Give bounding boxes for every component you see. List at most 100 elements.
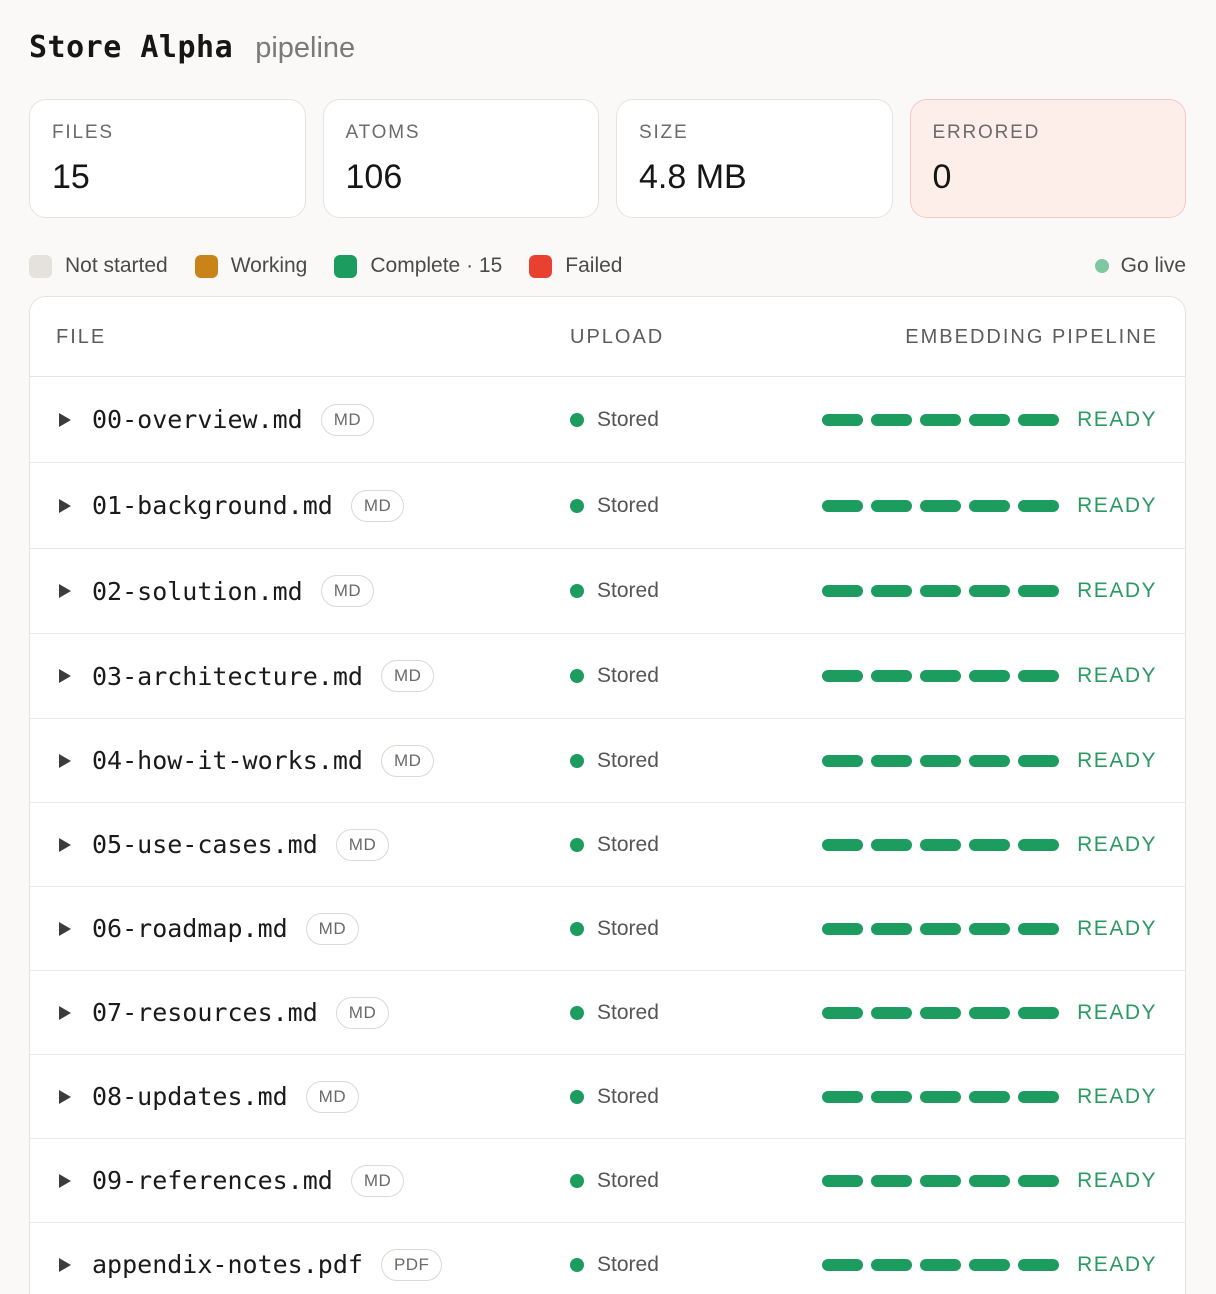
pipeline-stage <box>822 585 863 597</box>
expand-caret-icon[interactable] <box>59 669 71 683</box>
upload-status: Stored <box>597 1000 659 1024</box>
stat-card-errored: ERRORED 0 <box>909 99 1186 218</box>
pipeline-progress <box>822 499 1059 512</box>
go-live-toggle[interactable]: Go live <box>1094 254 1186 278</box>
legend-label: Working <box>230 254 308 277</box>
file-cell: 00-overview.md MD <box>92 403 375 436</box>
failed-swatch-icon <box>529 254 553 278</box>
table-row[interactable]: 09-references.md MD Stored READY <box>30 1139 1185 1223</box>
pipeline-status: READY <box>1077 832 1157 856</box>
pipeline-stage <box>920 413 961 426</box>
pipeline-stage <box>1018 585 1059 597</box>
pipeline-stage <box>920 922 961 935</box>
upload-status: Stored <box>597 1084 659 1108</box>
expand-caret-icon[interactable] <box>59 837 71 852</box>
upload-cell: Stored <box>570 917 659 941</box>
page-subtitle: pipeline <box>255 32 356 64</box>
pipeline-progress <box>822 1174 1059 1187</box>
pipeline-stage <box>969 1090 1010 1103</box>
pipeline-stage <box>920 754 961 767</box>
table-row[interactable]: 02-solution.md MD Stored READY <box>30 549 1185 634</box>
stored-dot-icon <box>570 1005 584 1020</box>
column-header-file: FILE <box>56 326 107 348</box>
file-name: 09-references.md <box>92 1166 333 1195</box>
stored-dot-icon <box>570 837 584 852</box>
table-row[interactable]: 08-updates.md MD Stored READY <box>30 1055 1185 1139</box>
pipeline-progress <box>822 922 1059 935</box>
pipeline-stage <box>822 413 863 426</box>
status-legend: Not started Working Complete · 15 Failed… <box>29 251 1186 281</box>
pipeline-stage <box>1018 413 1059 426</box>
upload-cell: Stored <box>570 1085 659 1109</box>
page-header: Store Alpha pipeline <box>29 30 355 65</box>
file-name: 03-architecture.md <box>92 661 363 691</box>
stat-label: ATOMS <box>345 122 421 143</box>
expand-caret-icon[interactable] <box>59 1257 71 1272</box>
pipeline-stage <box>920 1258 961 1271</box>
table-row[interactable]: 05-use-cases.md MD Stored READY <box>30 803 1185 887</box>
file-cell: 06-roadmap.md MD <box>92 912 360 945</box>
pipeline-progress <box>822 1006 1059 1019</box>
table-row[interactable]: 07-resources.md MD Stored READY <box>30 971 1185 1055</box>
table-row[interactable]: 00-overview.md MD Stored READY <box>30 377 1185 463</box>
pipeline-stage <box>822 922 863 935</box>
file-name: 05-use-cases.md <box>92 830 318 859</box>
file-name: 02-solution.md <box>92 576 303 606</box>
legend-not-started: Not started <box>29 254 168 278</box>
file-name: 04-how-it-works.md <box>92 746 363 775</box>
pipeline-status: READY <box>1077 493 1157 517</box>
pipeline-status: READY <box>1077 1252 1157 1276</box>
expand-caret-icon[interactable] <box>59 498 71 513</box>
pipeline-stage <box>969 1258 1010 1271</box>
pipeline-status: READY <box>1077 1084 1157 1108</box>
table-row[interactable]: 04-how-it-works.md MD Stored READY <box>30 719 1185 803</box>
table-row[interactable]: 06-roadmap.md MD Stored READY <box>30 887 1185 971</box>
pipeline-stage <box>969 1174 1010 1187</box>
expand-caret-icon[interactable] <box>59 1089 71 1104</box>
pipeline-stage <box>920 1006 961 1019</box>
table-row[interactable]: 03-architecture.md MD Stored READY <box>30 634 1185 719</box>
legend-label: Not started <box>65 254 168 277</box>
pipeline-status: READY <box>1077 916 1157 940</box>
upload-status: Stored <box>597 832 659 856</box>
legend-working: Working <box>194 254 308 278</box>
pipeline-stage <box>920 499 961 512</box>
pipeline-stage <box>920 838 961 851</box>
upload-cell: Stored <box>570 664 659 688</box>
pipeline-stage <box>1018 1258 1059 1271</box>
legend-complete: Complete · 15 <box>334 254 502 278</box>
file-name: 08-updates.md <box>92 1082 288 1111</box>
file-cell: 01-background.md MD <box>92 489 405 522</box>
column-header-pipeline: EMBEDDING PIPELINE <box>905 326 1158 348</box>
pipeline-stage <box>871 1006 912 1019</box>
upload-status: Stored <box>597 1168 659 1192</box>
pipeline-stage <box>969 499 1010 512</box>
table-row[interactable]: appendix-notes.pdf PDF Stored READY <box>30 1223 1185 1294</box>
pipeline-stage <box>969 1006 1010 1019</box>
expand-caret-icon[interactable] <box>59 921 71 936</box>
pipeline-status: READY <box>1077 1168 1157 1192</box>
pipeline-stage <box>1018 1174 1059 1187</box>
pipeline-stage <box>822 1258 863 1271</box>
expand-caret-icon[interactable] <box>59 1173 71 1188</box>
expand-caret-icon[interactable] <box>59 412 71 427</box>
stored-dot-icon <box>570 1173 584 1188</box>
pipeline-stage <box>871 922 912 935</box>
table-row[interactable]: 01-background.md MD Stored READY <box>30 463 1185 549</box>
stat-label: SIZE <box>639 122 689 143</box>
expand-caret-icon[interactable] <box>59 584 71 598</box>
file-type-badge: MD <box>380 660 435 692</box>
stored-dot-icon <box>570 1089 584 1104</box>
pipeline-stage <box>871 413 912 426</box>
file-cell: 02-solution.md MD <box>92 575 375 607</box>
pipeline-stage <box>920 1090 961 1103</box>
file-cell: appendix-notes.pdf PDF <box>92 1248 443 1281</box>
file-type-badge: MD <box>380 744 435 777</box>
stat-value: 4.8 MB <box>639 158 747 196</box>
upload-status: Stored <box>597 748 659 772</box>
expand-caret-icon[interactable] <box>59 753 71 768</box>
stat-card-atoms: ATOMS 106 <box>322 99 599 218</box>
file-cell: 07-resources.md MD <box>92 996 390 1029</box>
expand-caret-icon[interactable] <box>59 1005 71 1020</box>
stat-label: FILES <box>52 122 114 143</box>
